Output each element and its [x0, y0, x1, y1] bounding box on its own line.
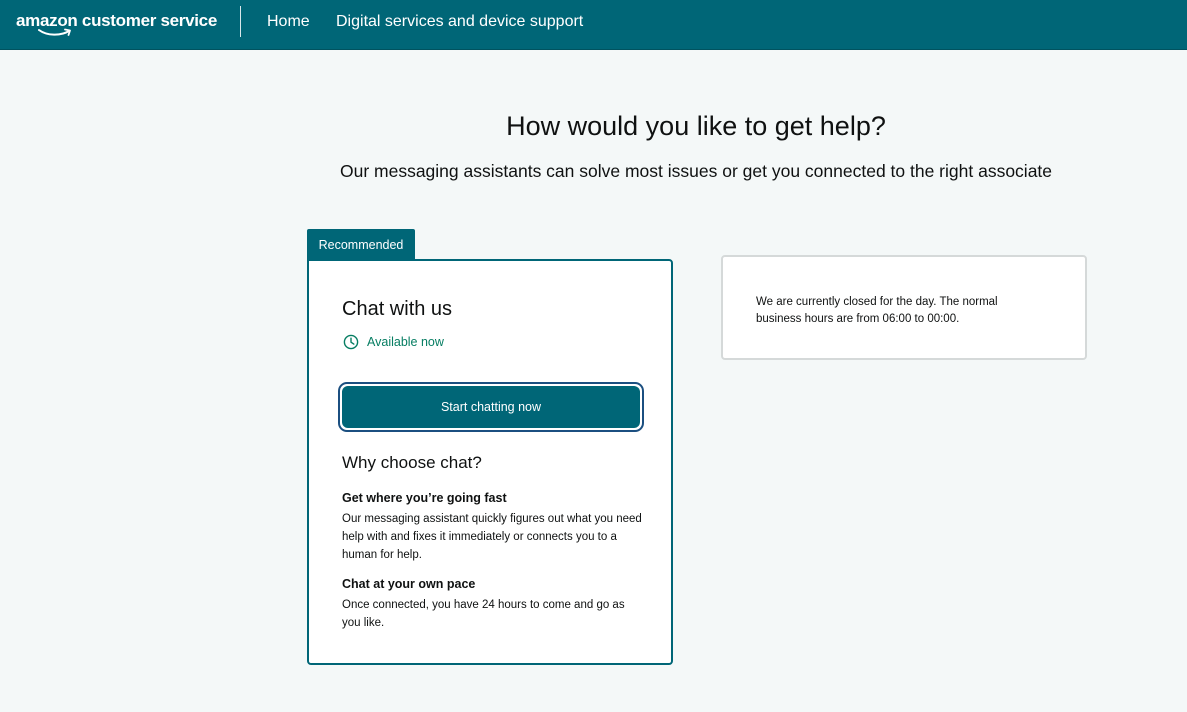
benefit-text-pace: Once connected, you have 24 hours to com…	[342, 599, 625, 629]
page-title: How would you like to get help?	[506, 111, 886, 141]
availability-label: Available now	[367, 335, 444, 349]
benefit-text-fast: Our messaging assistant quickly figures …	[342, 513, 642, 561]
nav-home-link[interactable]: Home	[267, 11, 310, 33]
business-hours-card: We are currently closed for the day. The…	[721, 255, 1087, 360]
business-hours-message: We are currently closed for the day. The…	[756, 296, 998, 325]
top-navigation-bar: amazon customer service Home Digital ser…	[0, 0, 1187, 50]
availability-status: Available now	[343, 333, 444, 351]
benefit-title-fast: Get where you’re going fast	[342, 491, 507, 505]
chat-card-title: Chat with us	[342, 298, 453, 320]
clock-icon	[343, 334, 359, 350]
why-choose-chat-heading: Why choose chat?	[342, 453, 482, 472]
amazon-smile-icon	[38, 28, 71, 36]
chat-option-card: Chat with us Available now Start chattin…	[307, 259, 673, 665]
page-subtitle: Our messaging assistants can solve most …	[339, 161, 1053, 181]
recommended-badge: Recommended	[307, 229, 415, 261]
start-chatting-button[interactable]: Start chatting now	[342, 386, 640, 428]
amazon-customer-service-logo[interactable]: amazon customer service	[16, 10, 217, 40]
benefit-title-pace: Chat at your own pace	[342, 577, 476, 591]
nav-divider	[240, 6, 241, 37]
nav-digital-services-link[interactable]: Digital services and device support	[336, 11, 583, 33]
